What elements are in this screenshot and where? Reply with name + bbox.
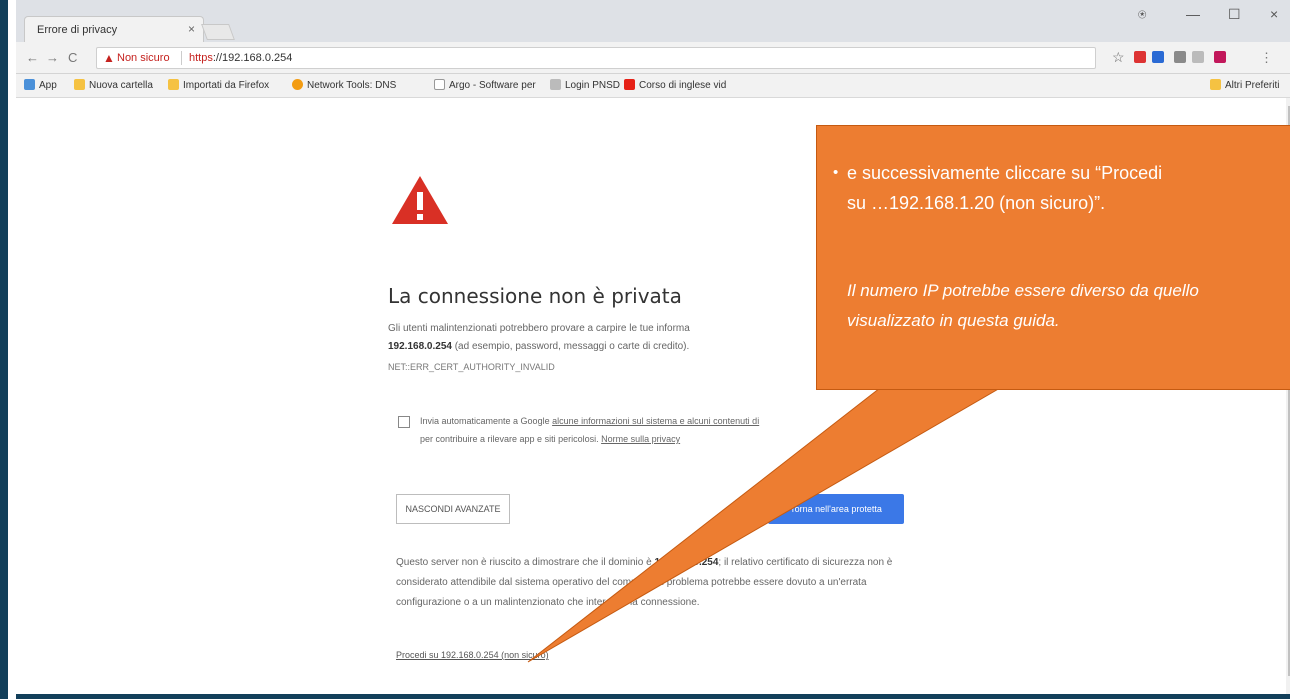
host-name: 192.168.0.254 [388, 341, 452, 352]
bookmark-folder[interactable]: Nuova cartella [74, 79, 153, 91]
address-bar[interactable]: ▲ Non sicuro https://192.168.0.254 [96, 47, 1096, 69]
callout-bullet: • [833, 164, 839, 181]
tab-strip: Errore di privacy × ⍟ — ☐ × [16, 0, 1290, 42]
back-to-safety-button[interactable]: Torna nell'area protetta [768, 494, 904, 524]
proceed-unsafe-link[interactable]: Procedi su 192.168.0.254 (non sicuro) [396, 650, 549, 660]
extension-icon[interactable] [1214, 51, 1226, 63]
extension-icon[interactable] [1192, 51, 1204, 63]
tab-privacy-error[interactable]: Errore di privacy × [24, 16, 204, 42]
report-checkbox[interactable] [398, 416, 410, 428]
network-tools-icon [292, 79, 303, 90]
bookmark-link[interactable]: Network Tools: DNS [292, 79, 396, 91]
divider [181, 51, 182, 65]
bookmark-link[interactable]: Corso di inglese vid [624, 79, 726, 91]
tab-title: Errore di privacy [37, 24, 118, 36]
bookmark-folder[interactable]: Importati da Firefox [168, 79, 269, 91]
warning-icon[interactable]: ▲ [103, 51, 115, 65]
menu-icon[interactable]: ⋮ [1260, 50, 1273, 66]
explanation-text: Gli utenti malintenzionati potrebbero pr… [388, 323, 690, 352]
browser-toolbar: ← → C ▲ Non sicuro https://192.168.0.254… [16, 42, 1290, 74]
bookmark-star-icon[interactable]: ☆ [1112, 49, 1125, 66]
bookmarks-bar: App Nuova cartella Importati da Firefox … [16, 74, 1290, 98]
privacy-policy-link[interactable]: Norme sulla privacy [601, 434, 680, 444]
maximize-button[interactable]: ☐ [1228, 6, 1241, 23]
folder-icon [168, 79, 179, 90]
back-icon[interactable]: ← [26, 50, 39, 65]
security-label[interactable]: Non sicuro [117, 52, 170, 64]
folder-icon [74, 79, 85, 90]
youtube-icon [624, 79, 635, 90]
close-tab-icon[interactable]: × [188, 22, 195, 36]
instruction-callout: • e successivamente cliccare su “Procedi… [816, 125, 1290, 390]
callout-note: Il numero IP potrebbe essere diverso da … [847, 281, 1199, 330]
callout-line-2: su …192.168.1.20 (non sicuro)”. [847, 193, 1106, 213]
bookmark-apps[interactable]: App [24, 79, 57, 91]
account-icon[interactable]: ⍟ [1138, 6, 1146, 23]
url-host: ://192.168.0.254 [212, 52, 293, 64]
url-text[interactable]: https://192.168.0.254 [189, 52, 292, 64]
minimize-button[interactable]: — [1186, 6, 1200, 22]
browser-window: Errore di privacy × ⍟ — ☐ × ← → C ▲ Non … [0, 0, 1290, 699]
extension-icon[interactable] [1134, 51, 1146, 63]
hide-advanced-button[interactable]: NASCONDI AVANZATE [396, 494, 510, 524]
page-icon [434, 79, 445, 90]
bookmark-other-folder[interactable]: Altri Preferiti [1210, 79, 1279, 91]
extension-icon[interactable] [1152, 51, 1164, 63]
grid-icon [550, 79, 561, 90]
new-tab-button[interactable] [201, 24, 235, 40]
host-name: 192.168.0.254 [654, 557, 719, 568]
taskbar-edge [16, 694, 1290, 699]
bookmark-link[interactable]: Login PNSD [550, 79, 620, 91]
details-text: Questo server non è riuscito a dimostrar… [396, 557, 893, 608]
extension-icon[interactable] [1174, 51, 1186, 63]
bookmark-link[interactable]: Argo - Software per [434, 79, 536, 91]
apps-icon [24, 79, 35, 90]
close-window-button[interactable]: × [1270, 6, 1278, 22]
folder-icon [1210, 79, 1221, 90]
system-info-link[interactable]: alcune informazioni sul sistema e alcuni… [552, 416, 759, 426]
callout-line-1: e successivamente cliccare su “Procedi [847, 163, 1163, 183]
warning-triangle-icon [392, 176, 448, 224]
url-scheme: https [189, 52, 213, 64]
reload-icon[interactable]: C [68, 50, 77, 65]
checkbox-label: Invia automaticamente a Google alcune in… [420, 416, 760, 444]
page-title: La connessione non è privata [388, 284, 682, 308]
forward-icon[interactable]: → [46, 50, 59, 65]
error-code: NET::ERR_CERT_AUTHORITY_INVALID [388, 362, 555, 372]
